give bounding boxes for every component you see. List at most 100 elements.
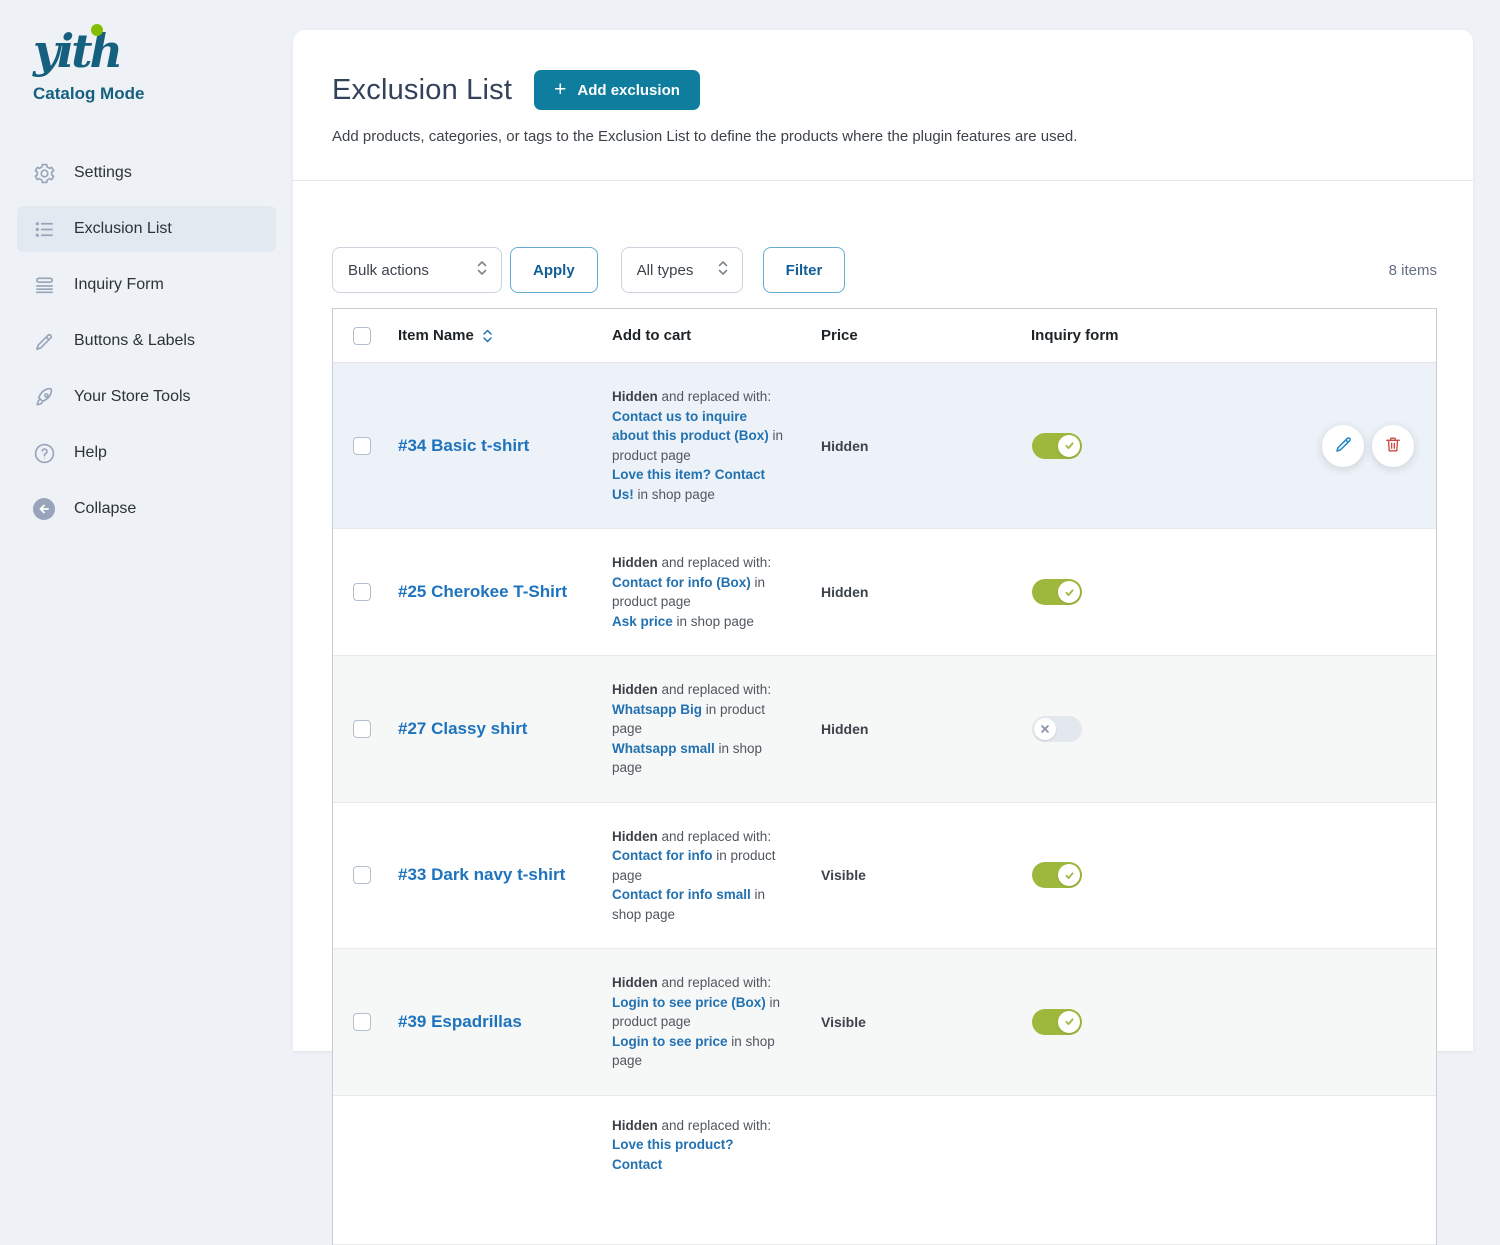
yith-logo-text: yith	[33, 24, 120, 78]
hidden-status-label: Hidden	[612, 1118, 658, 1133]
bulk-actions-value: Bulk actions	[348, 262, 429, 279]
row-checkbox[interactable]	[353, 720, 371, 738]
row-checkbox[interactable]	[353, 866, 371, 884]
sidebar-item-label: Buttons & Labels	[74, 332, 195, 350]
yith-logo: yith	[33, 28, 120, 74]
replacement-product-page-link[interactable]: Love this product? Contact	[612, 1137, 734, 1172]
sidebar-item-buttons-labels[interactable]: Buttons & Labels	[17, 318, 276, 364]
plus-icon: +	[554, 79, 566, 100]
main-panel: Exclusion List + Add exclusion Add produ…	[293, 30, 1473, 1051]
select-chevrons-icon	[476, 259, 488, 281]
toggle-check-icon	[1058, 1011, 1080, 1033]
row-checkbox[interactable]	[353, 583, 371, 601]
hidden-status-label: Hidden	[612, 555, 658, 570]
sidebar-item-exclusion-list[interactable]: Exclusion List	[17, 206, 276, 252]
sidebar-item-label: Inquiry Form	[74, 276, 164, 294]
price-status: Hidden	[821, 721, 1031, 737]
apply-button[interactable]: Apply	[510, 247, 598, 293]
replacement-shop-page-link[interactable]: Login to see price	[612, 1034, 728, 1049]
add-to-cart-cell: Hidden and replaced with:Contact us to i…	[612, 363, 821, 528]
replacement-product-page-link[interactable]: Contact for info (Box)	[612, 575, 751, 590]
table-row: #39 EspadrillasHidden and replaced with:…	[333, 949, 1436, 1096]
replacement-product-page-link[interactable]: Contact for info	[612, 848, 713, 863]
help-icon	[32, 441, 56, 465]
gear-icon	[32, 161, 56, 185]
collapse-arrow-icon	[32, 497, 56, 521]
column-add-to-cart: Add to cart	[612, 327, 821, 344]
add-to-cart-cell: Hidden and replaced with:Contact for inf…	[612, 803, 821, 949]
pencil-icon	[1333, 434, 1354, 458]
sidebar-item-inquiry-form[interactable]: Inquiry Form	[17, 262, 276, 308]
items-count: 8 items	[845, 262, 1437, 279]
item-name-link[interactable]: #33 Dark navy t-shirt	[398, 865, 565, 884]
inquiry-toggle-on[interactable]	[1032, 579, 1082, 605]
table-row: #33 Dark navy t-shirt Hidden and replaced…	[333, 803, 1436, 950]
add-exclusion-label: Add exclusion	[577, 82, 680, 99]
inquiry-toggle-off[interactable]	[1032, 716, 1082, 742]
select-all-checkbox[interactable]	[353, 327, 371, 345]
edit-button[interactable]	[1322, 425, 1364, 467]
sidebar-item-collapse[interactable]: Collapse	[17, 486, 276, 532]
page-description: Add products, categories, or tags to the…	[332, 128, 1433, 145]
item-name-link[interactable]: #39 Espadrillas	[398, 1012, 522, 1031]
replacement-shop-page-link[interactable]: Love this item? Contact Us!	[612, 467, 765, 502]
table-header-row: Item Name Add to cart Price Inquiry form	[333, 309, 1436, 363]
delete-button[interactable]	[1372, 425, 1414, 467]
sidebar-item-settings[interactable]: Settings	[17, 150, 276, 196]
inquiry-toggle-on[interactable]	[1032, 1009, 1082, 1035]
price-status: Visible	[821, 867, 1031, 883]
sidebar-item-help[interactable]: Help	[17, 430, 276, 476]
item-name-link[interactable]: #25 Cherokee T-Shirt	[398, 582, 567, 601]
price-status: Visible	[821, 1014, 1031, 1030]
form-icon	[32, 273, 56, 297]
sidebar-item-your-store-tools[interactable]: Your Store Tools	[17, 374, 276, 420]
toggle-check-icon	[1058, 435, 1080, 457]
sidebar-item-label: Collapse	[74, 500, 136, 518]
item-name-link[interactable]: #27 Classy shirt	[398, 719, 527, 738]
column-inquiry-form: Inquiry form	[1031, 327, 1436, 344]
type-filter-select[interactable]: All types	[621, 247, 743, 293]
inquiry-toggle-on[interactable]	[1032, 433, 1082, 459]
item-name-link[interactable]: #34 Basic t-shirt	[398, 436, 529, 455]
replacement-product-page-link[interactable]: Contact us to inquire about this product…	[612, 409, 769, 444]
row-actions	[1322, 425, 1414, 467]
yith-logo-dot	[91, 24, 103, 36]
sidebar-item-label: Your Store Tools	[74, 388, 191, 406]
price-status: Hidden	[821, 584, 1031, 600]
hidden-status-label: Hidden	[612, 389, 658, 404]
bulk-actions-select[interactable]: Bulk actions	[332, 247, 502, 293]
sidebar: yith Catalog Mode Settings Exclusion List…	[0, 0, 293, 1051]
type-filter-value: All types	[637, 262, 694, 279]
toolbar: Bulk actions Apply All types Filter 8 it…	[332, 247, 1437, 293]
replacement-shop-page-link[interactable]: Whatsapp small	[612, 741, 715, 756]
column-item-name[interactable]: Item Name	[398, 327, 474, 344]
add-to-cart-cell: Hidden and replaced with:Contact for inf…	[612, 529, 821, 655]
replacement-product-page-link[interactable]: Whatsapp Big	[612, 702, 702, 717]
table-row: #34 Basic t-shirt Hidden and replaced wit…	[333, 363, 1436, 529]
add-exclusion-button[interactable]: + Add exclusion	[534, 70, 700, 110]
list-icon	[32, 217, 56, 241]
inquiry-form-cell	[1031, 716, 1436, 742]
inquiry-toggle-on[interactable]	[1032, 862, 1082, 888]
replacement-shop-page-link[interactable]: Contact for info small	[612, 887, 751, 902]
page-header: Exclusion List + Add exclusion Add produ…	[293, 30, 1473, 181]
hidden-status-label: Hidden	[612, 829, 658, 844]
plugin-name: Catalog Mode	[33, 84, 293, 104]
exclusion-table: Item Name Add to cart Price Inquiry form…	[332, 308, 1437, 1245]
sidebar-item-label: Exclusion List	[74, 220, 172, 238]
trash-icon	[1383, 434, 1403, 458]
toggle-check-icon	[1058, 864, 1080, 886]
replacement-shop-page-link[interactable]: Ask price	[612, 614, 673, 629]
sort-icon[interactable]	[482, 328, 493, 344]
inquiry-form-cell	[1031, 862, 1436, 888]
row-checkbox[interactable]	[353, 1013, 371, 1031]
price-status: Hidden	[821, 438, 1031, 454]
pen-icon	[32, 329, 56, 353]
hidden-status-label: Hidden	[612, 682, 658, 697]
filter-button[interactable]: Filter	[763, 247, 846, 293]
row-checkbox[interactable]	[353, 437, 371, 455]
table-body: #34 Basic t-shirt Hidden and replaced wit…	[333, 363, 1436, 1245]
replacement-product-page-link[interactable]: Login to see price (Box)	[612, 995, 766, 1010]
rocket-icon	[32, 385, 56, 409]
toggle-x-icon	[1034, 718, 1056, 740]
